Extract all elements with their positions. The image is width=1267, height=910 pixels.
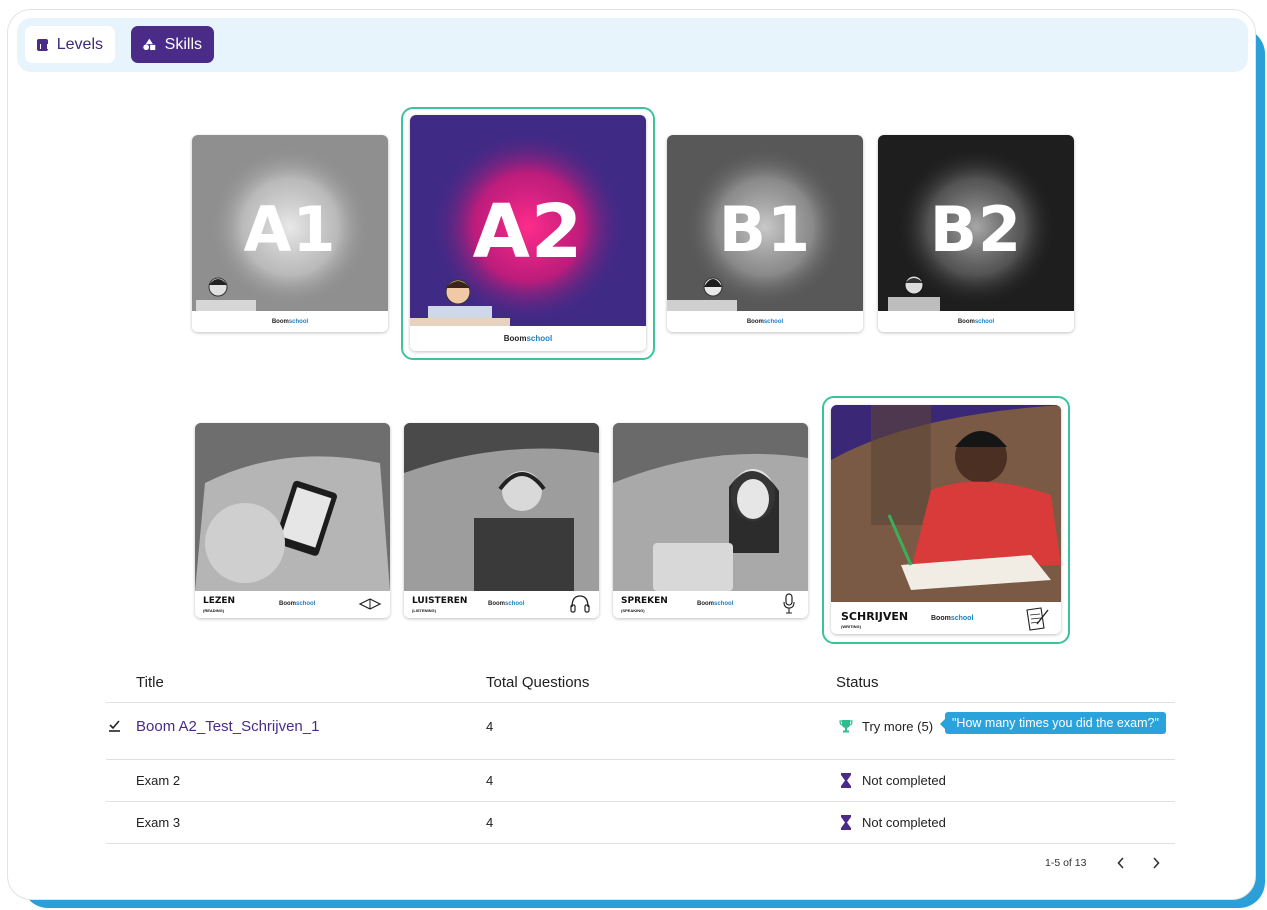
level-label: A1 [243,193,337,266]
boom-school-logo: Boomschool [697,601,734,607]
tab-skills-label: Skills [164,35,202,53]
pen-paper-icon [1026,607,1049,631]
tab-levels[interactable]: Levels [25,26,115,63]
book-icon [358,598,382,610]
app-panel: Levels Skills A1 Boomschool A2 Boomschoo… [7,9,1256,900]
level-art-a1: A1 [192,135,388,311]
skill-subtitle: (READING) [203,608,225,613]
boom-school-logo: Boomschool [931,615,974,622]
skill-card-luisteren[interactable]: LUISTEREN (LISTENING) Boomschool [404,423,599,618]
level-card-footer: Boomschool [667,311,863,332]
person-illustration [410,279,510,326]
tab-skills[interactable]: Skills [131,26,214,63]
boom-school-logo: Boomschool [271,318,309,325]
exam-title-link[interactable]: Boom A2_Test_Schrijven_1 [136,718,319,735]
microphone-icon [783,593,795,614]
bar-chart-icon [37,38,48,51]
exam-title[interactable]: Exam 3 [136,815,180,830]
status-text: Not completed [862,815,946,830]
column-header-status: Status [836,674,879,691]
skill-title: SCHRIJVEN [841,610,909,623]
boom-school-logo: Boomschool [488,601,525,607]
chevron-right-icon [1153,857,1160,869]
skill-title: SPREKEN [621,596,668,606]
level-card-footer: Boomschool [878,311,1074,332]
exam-title[interactable]: Exam 2 [136,773,180,788]
person-illustration [667,277,737,311]
skill-photo-speaking [613,423,808,591]
total-questions-value: 4 [486,815,494,830]
boom-school-logo: Boomschool [279,601,316,607]
trophy-icon [839,720,853,733]
column-header-total-questions: Total Questions [486,674,590,691]
level-card-a1[interactable]: A1 Boomschool [192,135,388,332]
level-label: A2 [472,189,584,275]
level-label: B2 [929,193,1023,266]
column-header-title: Title [136,674,164,691]
skill-card-schrijven[interactable]: SCHRIJVEN (WRITING) Boomschool [831,405,1061,634]
status-text: Not completed [862,773,946,788]
writing-photo [831,405,1061,602]
table-row[interactable]: Boom A2_Test_Schrijven_1 4 Try more (5) … [106,702,1175,750]
skill-photo-reading [195,423,390,591]
hourglass-icon [841,773,851,788]
level-art-b2: B2 [878,135,1074,311]
tab-levels-label: Levels [56,35,103,53]
table-row[interactable]: Exam 3 4 Not completed [106,801,1175,843]
next-page-button[interactable] [1146,853,1166,873]
level-label: B1 [718,193,812,266]
level-card-b2[interactable]: B2 Boomschool [878,135,1074,332]
level-art-b1: B1 [667,135,863,311]
tab-bar: Levels Skills [17,18,1248,72]
previous-page-button[interactable] [1111,853,1131,873]
checkmark-icon [109,720,120,732]
level-card-b1[interactable]: B1 Boomschool [667,135,863,332]
pagination-range: 1-5 of 13 [1045,857,1087,869]
skill-photo-listening [404,423,599,591]
skill-title: LUISTEREN [412,596,468,606]
speaking-photo [613,423,808,591]
chevron-left-icon [1117,857,1124,869]
skill-subtitle: (LISTENING) [412,608,436,613]
level-card-a2[interactable]: A2 Boomschool [410,115,646,351]
total-questions-value: 4 [486,719,494,734]
table-row[interactable]: Exam 2 4 Not completed [106,759,1175,801]
skill-subtitle: (WRITING) [841,624,861,629]
boom-school-logo: Boomschool [503,334,553,343]
level-art-a2: A2 [410,115,646,326]
skill-card-footer: SCHRIJVEN (WRITING) Boomschool [831,602,1061,634]
boom-school-logo: Boomschool [746,318,784,325]
skill-title: LEZEN [203,596,236,606]
skill-card-spreken[interactable]: SPREKEN (SPEAKING) Boomschool [613,423,808,618]
headphones-icon [570,595,590,613]
hourglass-icon [841,815,851,830]
skill-card-footer: SPREKEN (SPEAKING) Boomschool [613,591,808,618]
status-text: Try more (5) [862,719,934,734]
attempts-tooltip: "How many times you did the exam?" [940,712,1166,734]
skill-subtitle: (SPEAKING) [621,608,645,613]
listening-photo [404,423,599,591]
shapes-icon [143,38,156,51]
skill-card-footer: LEZEN (READING) Boomschool [195,591,390,618]
reading-photo [195,423,390,591]
boom-school-logo: Boomschool [957,318,995,325]
person-illustration [888,275,940,311]
person-illustration [196,277,256,311]
skill-card-footer: LUISTEREN (LISTENING) Boomschool [404,591,599,618]
skill-card-lezen[interactable]: LEZEN (READING) Boomschool [195,423,390,618]
level-card-footer: Boomschool [192,311,388,332]
skill-photo-writing [831,405,1061,602]
total-questions-value: 4 [486,773,494,788]
table-bottom-border [106,843,1175,844]
level-card-footer: Boomschool [410,326,646,351]
